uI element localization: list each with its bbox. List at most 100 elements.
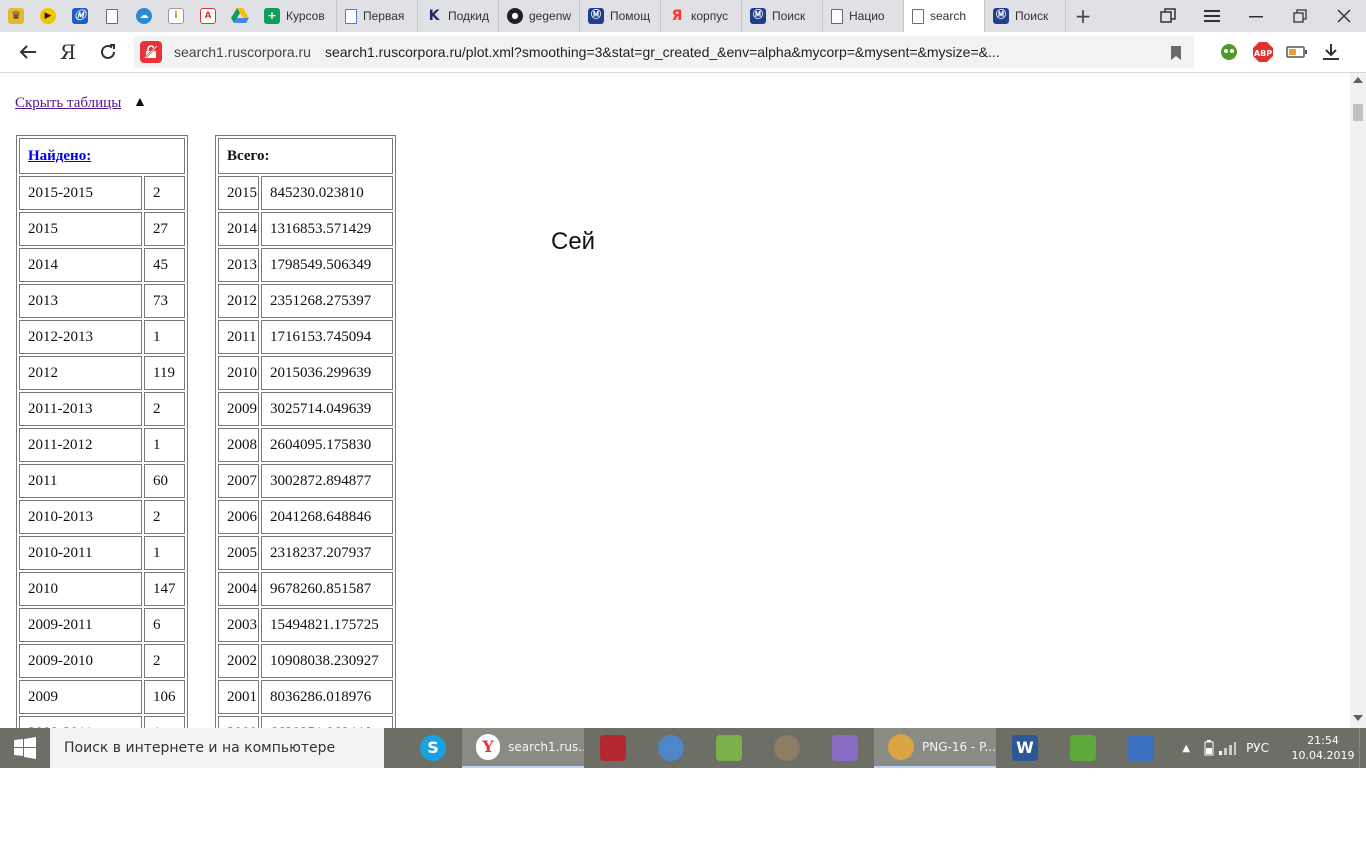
year-cell: 2009-2011 — [19, 608, 142, 642]
browser-tab[interactable]: Первая — [337, 0, 418, 32]
browser-tab[interactable]: Ⓜ Поиск — [985, 0, 1066, 32]
pinned-tab-7[interactable]: A — [192, 0, 224, 32]
table-row: 2014 45 — [19, 248, 185, 282]
found-header-link[interactable]: Найдено: — [28, 148, 91, 164]
taskbar-skype[interactable]: S — [404, 728, 462, 768]
pinned-tab-8[interactable] — [224, 0, 256, 32]
taskbar-education[interactable] — [700, 728, 758, 768]
url-text[interactable]: search1.ruscorpora.ru/plot.xml?smoothing… — [325, 44, 1000, 60]
year-cell: 2001 — [218, 680, 259, 714]
site-protection-icon[interactable] — [140, 41, 162, 63]
year-cell: 2014 — [218, 212, 259, 246]
yandex-browser-icon: Y — [476, 734, 501, 760]
paint-icon — [888, 734, 914, 760]
ruscorpora-icon: Ⓜ — [750, 8, 766, 24]
back-button[interactable] — [8, 32, 48, 72]
github-icon: ● — [507, 8, 523, 24]
reload-button[interactable] — [88, 32, 128, 72]
scroll-down-arrow-icon[interactable] — [1353, 715, 1363, 721]
taskbar-gimp[interactable] — [758, 728, 816, 768]
table-row: 2004 9678260.851587 — [218, 572, 393, 606]
taskbar-network-app[interactable] — [1112, 728, 1170, 768]
close-button[interactable] — [1322, 0, 1366, 32]
battery-button[interactable] — [1280, 46, 1314, 58]
value-cell: 1 — [144, 536, 185, 570]
downloads-button[interactable] — [1314, 43, 1348, 61]
pinned-tab-4[interactable] — [96, 0, 128, 32]
browser-window-label: search1.rus... — [508, 740, 584, 754]
value-cell: 1 — [144, 320, 185, 354]
table-row: 2012 2351268.275397 — [218, 284, 393, 318]
pinned-tab-1[interactable]: ♛ — [0, 0, 32, 32]
bookmark-button[interactable] — [1170, 45, 1182, 64]
taskbar-audio[interactable] — [642, 728, 700, 768]
year-cell: 2008 — [218, 428, 259, 462]
table-row: 2011 60 — [19, 464, 185, 498]
input-language[interactable]: РУС — [1246, 741, 1269, 755]
tab-title: Поиск — [1015, 9, 1049, 23]
scrollbar-thumb[interactable] — [1353, 104, 1363, 121]
start-button[interactable] — [0, 728, 50, 768]
scroll-up-arrow-icon[interactable] — [1353, 77, 1363, 83]
value-cell: 73 — [144, 284, 185, 318]
year-cell: 2006 — [218, 500, 259, 534]
hide-tables-link[interactable]: Скрыть таблицы — [15, 95, 121, 112]
address-bar[interactable]: search1.ruscorpora.ru search1.ruscorpora… — [134, 36, 1194, 68]
taskbar-paint-window[interactable]: PNG-16 - P... — [874, 728, 996, 768]
pinned-tabs: ♛ ▶ Ⓜ ☁ i A — [0, 0, 256, 32]
year-cell: 2003 — [218, 608, 259, 642]
taskbar-search-box[interactable]: Поиск в интернете и на компьютере — [50, 728, 384, 768]
battery-tray-icon[interactable] — [1204, 740, 1214, 756]
year-cell: 2010 — [19, 572, 142, 606]
taskbar-word[interactable]: W — [996, 728, 1054, 768]
browser-tab[interactable]: Ⓜ Поиск — [742, 0, 823, 32]
yandex-home-button[interactable]: Я — [48, 32, 88, 72]
taskbar-browser-window[interactable]: Y search1.rus... — [462, 728, 584, 768]
page-icon — [831, 8, 843, 24]
browser-tab[interactable]: Якорпус — [661, 0, 742, 32]
value-cell: 3025714.049639 — [261, 392, 393, 426]
year-cell: 2015-2015 — [19, 176, 142, 210]
restore-button[interactable] — [1278, 0, 1322, 32]
table-row: 2009 3025714.049639 — [218, 392, 393, 426]
browser-tab[interactable]: Нацио — [823, 0, 904, 32]
page-scrollbar[interactable] — [1350, 73, 1366, 728]
tabs-overview-button[interactable] — [1146, 0, 1190, 32]
browser-tab[interactable]: ● gegenw — [499, 0, 580, 32]
browser-tab[interactable]: Ⓜ Помощ — [580, 0, 661, 32]
clock[interactable]: 21:54 10.04.2019 — [1287, 733, 1359, 763]
new-tab-button[interactable]: + — [1066, 0, 1100, 32]
year-cell: 2011-2012 — [19, 428, 142, 462]
browser-tab[interactable]: search — [904, 0, 985, 32]
table-row: 2012 119 — [19, 356, 185, 390]
browser-tab[interactable]: K Подкид — [418, 0, 499, 32]
page-content: Скрыть таблицы ▲ Найдено: 2015-2015 2 2015… — [0, 73, 1350, 728]
taskbar-chart-app[interactable] — [1054, 728, 1112, 768]
yandex-logo-icon: Я — [59, 40, 77, 64]
pinned-tab-5[interactable]: ☁ — [128, 0, 160, 32]
show-desktop-button[interactable] — [1359, 728, 1366, 768]
year-cell: 2015 — [218, 176, 259, 210]
minimize-button[interactable] — [1234, 0, 1278, 32]
browser-tab[interactable]: + Курсов — [256, 0, 337, 32]
table-row: 2015-2015 2 — [19, 176, 185, 210]
signal-icon[interactable] — [1218, 741, 1237, 755]
year-cell: 2004 — [218, 572, 259, 606]
pinned-tab-2[interactable]: ▶ — [32, 0, 64, 32]
taskbar-pencilcase[interactable] — [816, 728, 874, 768]
table-row: 2003 15494821.175725 — [218, 608, 393, 642]
yandex-icon: Я — [671, 8, 683, 24]
value-cell: 106 — [144, 680, 185, 714]
pinned-tab-3[interactable]: Ⓜ — [64, 0, 96, 32]
table-row: 2010 2015036.299639 — [218, 356, 393, 390]
close-icon — [1337, 9, 1351, 23]
menu-button[interactable] — [1190, 0, 1234, 32]
year-cell: 2010-2013 — [19, 500, 142, 534]
value-cell: 6 — [144, 608, 185, 642]
pinned-tab-6[interactable]: i — [160, 0, 192, 32]
extension-button-1[interactable] — [1212, 43, 1246, 61]
taskbar-books[interactable] — [584, 728, 642, 768]
tray-expand-icon[interactable]: ▲ — [1182, 743, 1190, 754]
k-icon: K — [428, 8, 440, 24]
adblock-button[interactable]: ABP — [1246, 41, 1280, 63]
